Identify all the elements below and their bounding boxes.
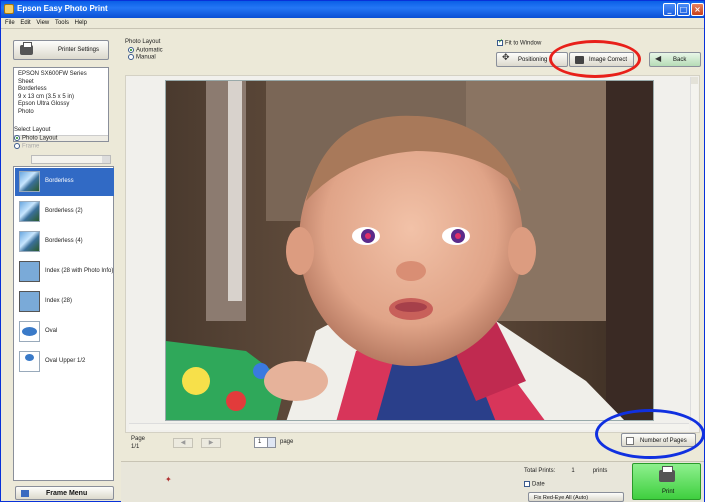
radio-dot [14,135,20,141]
oval-upper-thumb-icon [19,351,40,372]
total-prints-unit: prints [592,468,608,474]
radio-photo-layout[interactable]: Photo Layout [14,135,57,142]
paper-type: Epson Ultra Glossy [18,101,70,107]
radio-frame[interactable]: Frame [14,143,39,150]
index-thumb-icon [19,291,40,312]
printer-settings-label: Printer Settings [58,47,100,53]
printer-settings-button[interactable]: Printer Settings [13,40,109,60]
borderless-4-thumb-icon [19,231,40,252]
menu-file[interactable]: File [5,18,15,29]
layout-label: Borderless [45,178,74,184]
layout-item-borderless-2[interactable]: Borderless (2) [15,198,114,226]
total-prints-value: 1 [571,468,575,474]
layout-item-oval[interactable]: Oval [15,318,114,346]
total-prints-label: Total Prints: [524,468,556,474]
previous-page-button[interactable]: ◀ [173,438,193,448]
back-button[interactable]: Back [649,52,701,67]
layout-label: Index (28 with Photo Info) [45,268,114,274]
layout-item-borderless[interactable]: Borderless [15,168,114,196]
fit-to-window-label: Fit to Window [505,40,542,47]
printer-model: EPSON SX600FW Series [18,71,87,77]
radio-dot [128,47,134,53]
bottom-bar: ✦ Total Prints: 1 prints Date Fix Red-Eye … [121,461,704,502]
app-window: Epson Easy Photo Print _ □ × File Edit V… [0,0,705,502]
app-icon [4,4,14,14]
red-highlight-circle [549,40,641,78]
fit-to-window-checkbox[interactable]: Fit to Window [497,38,542,47]
frame-menu-button[interactable]: Frame Menu [15,486,114,500]
page-unit-label: page [280,439,294,445]
page-label: Page [131,436,146,442]
menu-bar: File Edit View Tools Help [1,18,704,29]
select-layout-label: Select Layout [14,127,51,133]
paper-source: Sheet [18,78,34,85]
page-number-spinner[interactable]: 1 [254,437,276,448]
radio-dot [14,143,20,149]
menu-view[interactable]: View [36,18,49,29]
print-label: Print [662,489,675,495]
layout-label: Oval Upper 1/2 [45,358,86,364]
maximize-button[interactable]: □ [677,3,690,16]
printer-icon [20,42,33,55]
layout-item-borderless-4[interactable]: Borderless (4) [15,228,114,256]
radio-label: Manual [136,54,156,61]
baby-photo [166,81,653,420]
radio-automatic[interactable]: Automatic [128,47,163,54]
layout-label: Index (28) [45,298,73,304]
checkbox-box [524,481,530,487]
preview-area [125,75,700,433]
fix-red-eye-label: Fix Red-Eye All (Auto) [534,495,589,501]
back-arrow-icon [655,54,664,64]
frame-menu-icon [21,490,29,497]
layout-list: Borderless Borderless (2) Borderless (4)… [13,166,114,481]
radio-label: Photo Layout [22,135,58,142]
total-prints: Total Prints: 1 prints [524,468,607,474]
border-setting: Borderless [18,86,47,92]
date-label: Date [532,481,545,488]
back-label: Back [673,57,687,63]
date-checkbox[interactable]: Date [524,481,545,488]
window-title: Epson Easy Photo Print [17,4,108,13]
close-button[interactable]: × [691,3,704,16]
print-button[interactable]: Print [632,463,701,500]
layout-item-index[interactable]: Index (28) [15,288,114,316]
move-icon [502,53,511,64]
menu-edit[interactable]: Edit [20,18,30,29]
blue-highlight-circle [595,409,705,459]
next-page-button[interactable]: ▶ [201,438,221,448]
red-eye-status-icon: ✦ [165,475,172,484]
oval-thumb-icon [19,321,40,342]
photo-layout-group: Photo Layout Automatic Manual [125,39,163,61]
printer-icon [659,466,675,482]
page-indicator: Page 1/1 [131,435,145,451]
photo-preview[interactable] [165,80,654,421]
layout-category-select[interactable] [31,155,111,164]
radio-label: Automatic [136,47,163,54]
borderless-2-thumb-icon [19,201,40,222]
radio-dot [128,54,134,60]
frame-menu-label: Frame Menu [46,490,88,497]
paper-size: 9 x 13 cm (3.5 x 5 in) [18,93,75,100]
preview-vertical-scrollbar[interactable] [690,77,698,422]
layout-item-index-info[interactable]: Index (28 with Photo Info) [15,258,114,286]
minimize-button[interactable]: _ [663,3,676,16]
left-panel: Printer Settings EPSON SX600FW Series Sh… [4,32,120,500]
title-bar[interactable]: Epson Easy Photo Print _ □ × [1,1,704,18]
layout-label: Oval [45,328,58,334]
page-count: 1/1 [131,444,140,450]
radio-manual[interactable]: Manual [128,54,156,61]
layout-label: Borderless (4) [45,238,83,244]
checkbox-box [497,38,503,46]
print-quality: Photo [18,108,34,115]
menu-tools[interactable]: Tools [55,18,69,29]
positioning-label: Positioning [518,57,548,63]
fix-red-eye-button[interactable]: Fix Red-Eye All (Auto) [528,492,624,502]
index-info-thumb-icon [19,261,40,282]
layout-label: Borderless (2) [45,208,83,214]
menu-help[interactable]: Help [75,18,87,29]
radio-label: Frame [22,143,40,150]
borderless-thumb-icon [19,171,40,192]
layout-item-oval-upper[interactable]: Oval Upper 1/2 [15,348,114,376]
photo-layout-label: Photo Layout [125,39,161,45]
